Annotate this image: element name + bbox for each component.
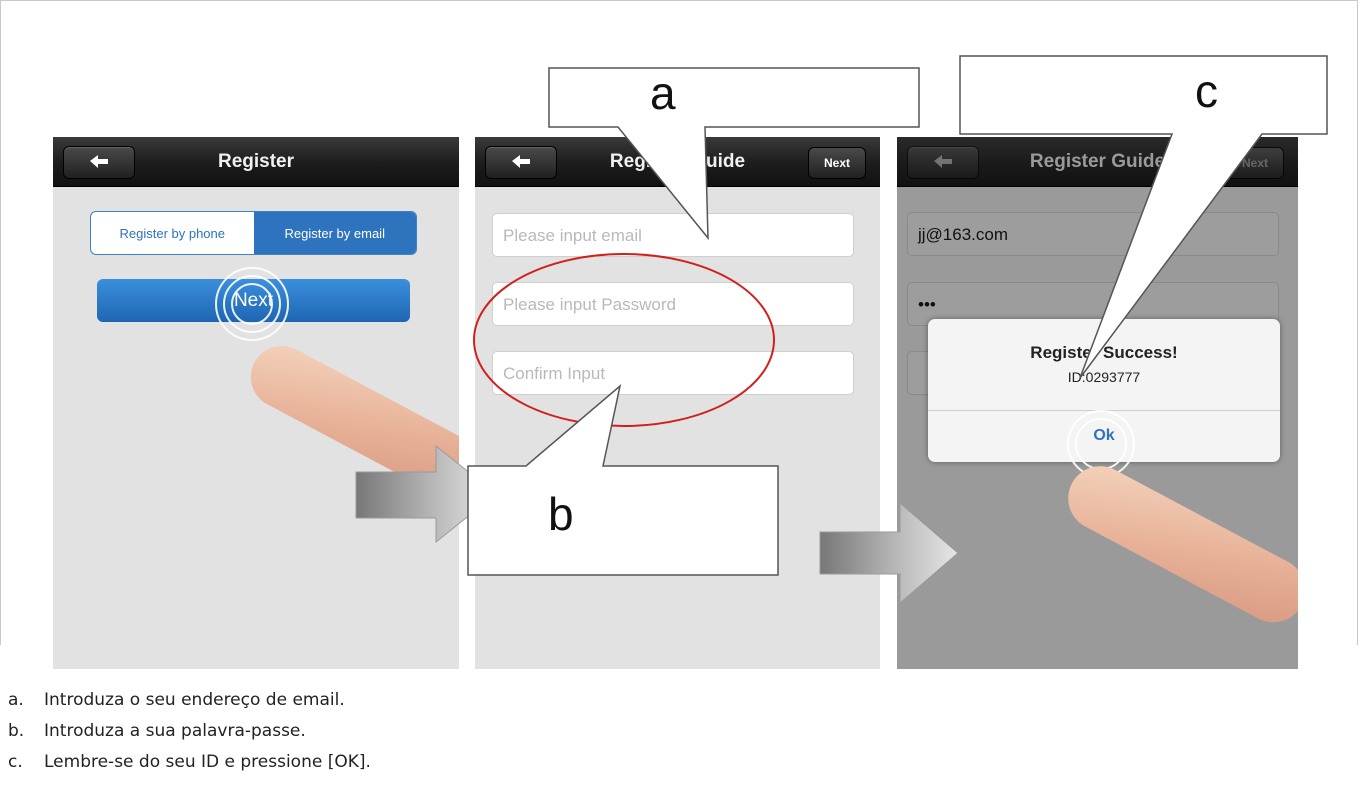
finger-hand-icon [1056, 455, 1298, 634]
register-success-dialog: Register Success! ID:0293777 Ok [928, 319, 1280, 478]
tap-indicator-icon [231, 283, 273, 325]
list-marker: b. [8, 721, 25, 741]
user-id-text: ID:0293777 [1067, 369, 1141, 385]
list-item: c. Lembre-se do seu ID e pressione [OK]. [8, 752, 371, 783]
tab-register-by-phone[interactable]: Register by phone [91, 212, 254, 254]
tap-indicator-icon [1075, 418, 1127, 470]
nav-bar: Register [53, 137, 459, 187]
list-marker: a. [8, 690, 24, 710]
confirm-password-field[interactable]: Confirm Input [492, 351, 854, 395]
finger-hand-icon [239, 335, 459, 508]
instruction-text: Introduza o seu endereço de email. [44, 690, 345, 710]
list-marker: c. [8, 752, 23, 772]
nav-bar: Register Guide Next [897, 137, 1298, 187]
next-button[interactable]: Next [808, 147, 866, 179]
instruction-text: Introduza a sua palavra-passe. [44, 721, 306, 741]
phone-screen-register-guide: Register Guide Next Please input email P… [475, 137, 880, 669]
page-title: Register [217, 151, 295, 172]
phone-screen-register: Register Register by phone Register by e… [53, 137, 459, 669]
callout-label-b: b [548, 488, 574, 540]
instruction-text: Lembre-se do seu ID e pressione [OK]. [44, 752, 371, 772]
register-method-toggle[interactable]: Register by phone Register by email [90, 211, 417, 255]
email-field[interactable]: jj@163.com [907, 212, 1279, 256]
password-field[interactable]: Please input Password [492, 282, 854, 326]
dialog-title: Register Success! [1030, 343, 1178, 362]
instruction-list: a. Introduza o seu endereço de email. b.… [8, 690, 371, 783]
tab-register-by-email[interactable]: Register by email [253, 212, 416, 254]
next-button[interactable]: Next [1226, 147, 1284, 179]
nav-bar: Register Guide Next [475, 137, 880, 187]
callout-label-c: c [1195, 65, 1218, 117]
list-item: a. Introduza o seu endereço de email. [8, 690, 371, 721]
list-item: b. Introduza a sua palavra-passe. [8, 721, 371, 752]
email-field[interactable]: Please input email [492, 213, 854, 257]
callout-label-a: a [650, 67, 676, 119]
phone-screen-register-success: Register Guide Next jj@163.com ••• Regis… [897, 137, 1298, 669]
